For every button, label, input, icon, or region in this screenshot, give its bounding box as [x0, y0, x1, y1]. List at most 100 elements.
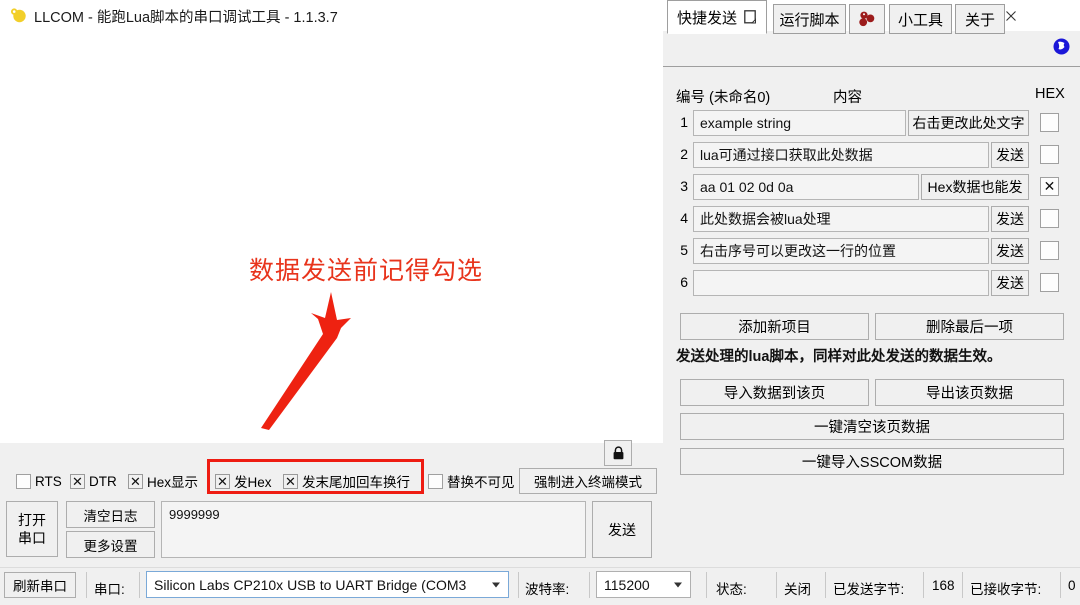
status-separator: [962, 572, 963, 598]
column-header-index: 编号 (未命名0): [676, 86, 770, 107]
row-hex-checkbox[interactable]: [1040, 241, 1059, 260]
checkbox-rts[interactable]: RTS: [16, 472, 62, 490]
row-input[interactable]: lua可通过接口获取此处数据: [693, 142, 989, 168]
status-separator: [589, 572, 590, 598]
page-icon: [744, 10, 757, 24]
column-header-content: 内容: [833, 86, 862, 107]
force-terminal-mode-button[interactable]: 强制进入终端模式: [519, 468, 657, 494]
status-separator: [825, 572, 826, 598]
row-input[interactable]: aa 01 02 0d 0a: [693, 174, 919, 200]
row-index[interactable]: 2: [676, 146, 688, 162]
refresh-port-button[interactable]: 刷新串口: [4, 572, 76, 598]
checkbox-hex-display-box[interactable]: ✕: [128, 474, 143, 489]
row-index[interactable]: 3: [676, 178, 688, 194]
row-hex-checkbox[interactable]: [1040, 209, 1059, 228]
row-action-button[interactable]: 右击更改此处文字: [908, 110, 1029, 136]
tab-about-label: 关于: [965, 9, 995, 30]
checkbox-replace-invisible[interactable]: 替换不可见: [428, 472, 515, 490]
checkbox-replace-invisible-box[interactable]: [428, 474, 443, 489]
port-select[interactable]: Silicon Labs CP210x USB to UART Bridge (…: [146, 571, 509, 598]
import-sscom-button[interactable]: 一键导入SSCOM数据: [680, 448, 1064, 475]
checkbox-append-crlf-label: 发末尾加回车换行: [302, 471, 410, 491]
llcom-logo-icon: [10, 7, 27, 24]
open-port-button[interactable]: 打开 串口: [6, 501, 58, 557]
row-hex-checkbox[interactable]: [1040, 145, 1059, 164]
recv-bytes-label: 已接收字节:: [970, 578, 1041, 598]
tab-tools-label: 小工具: [898, 9, 943, 30]
sent-bytes-label: 已发送字节:: [833, 578, 904, 598]
row-index[interactable]: 6: [676, 274, 688, 290]
row-action-button[interactable]: 发送: [991, 206, 1029, 232]
recv-bytes-value: 0: [1068, 578, 1076, 593]
checkbox-dtr-label: DTR: [89, 474, 117, 489]
checkbox-hex-display-label: Hex显示: [147, 471, 198, 491]
tab-run-script[interactable]: 运行脚本: [773, 4, 846, 34]
column-header-hex: HEX: [1035, 86, 1065, 102]
checkbox-append-crlf[interactable]: ✕ 发末尾加回车换行: [283, 472, 410, 490]
state-label: 状态:: [716, 578, 747, 598]
tab-quick-send[interactable]: 快捷发送: [667, 0, 767, 34]
row-input[interactable]: [693, 270, 989, 296]
baud-select-value: 115200: [604, 577, 650, 593]
globe-icon[interactable]: [1052, 37, 1071, 56]
checkbox-rts-box[interactable]: [16, 474, 31, 489]
tab-about[interactable]: 关于: [955, 4, 1005, 34]
send-button[interactable]: 发送: [592, 501, 652, 558]
status-separator: [139, 572, 140, 598]
baud-label: 波特率:: [525, 578, 569, 598]
app-window: LLCOM - 能跑Lua脚本的串口调试工具 - 1.1.3.7 数据发送前记得…: [0, 0, 1080, 605]
row-index[interactable]: 5: [676, 242, 688, 258]
chevron-down-icon: [492, 582, 500, 587]
open-port-label-line1: 打开: [18, 511, 46, 529]
row-index[interactable]: 4: [676, 210, 688, 226]
status-separator: [923, 572, 924, 598]
checkbox-send-hex-box[interactable]: ✕: [215, 474, 230, 489]
window-title: LLCOM - 能跑Lua脚本的串口调试工具 - 1.1.3.7: [34, 6, 338, 27]
tab-underline: [663, 66, 1080, 67]
row-hex-checkbox[interactable]: [1040, 113, 1059, 132]
add-item-button[interactable]: 添加新项目: [680, 313, 869, 340]
tab-quick-send-label: 快捷发送: [677, 7, 737, 28]
row-index[interactable]: 1: [676, 114, 688, 130]
row-hex-checkbox[interactable]: [1040, 273, 1059, 292]
tab-tools[interactable]: 小工具: [889, 4, 952, 34]
checkbox-hex-display[interactable]: ✕ Hex显示: [128, 472, 198, 490]
row-action-button[interactable]: 发送: [991, 270, 1029, 296]
checkbox-send-hex[interactable]: ✕ 发Hex: [215, 472, 272, 490]
sent-bytes-value: 168: [932, 578, 955, 593]
checkbox-dtr[interactable]: ✕ DTR: [70, 472, 117, 490]
checkbox-rts-label: RTS: [35, 474, 62, 489]
export-data-button[interactable]: 导出该页数据: [875, 379, 1064, 406]
lock-button[interactable]: [604, 440, 632, 466]
row-input[interactable]: 右击序号可以更改这一行的位置: [693, 238, 989, 264]
open-port-label-line2: 串口: [18, 529, 46, 547]
row-action-button[interactable]: 发送: [991, 142, 1029, 168]
baud-select[interactable]: 115200: [596, 571, 691, 598]
send-input[interactable]: 9999999: [161, 501, 586, 558]
status-separator: [776, 572, 777, 598]
clear-log-button[interactable]: 清空日志: [66, 501, 155, 528]
status-separator: [1060, 572, 1061, 598]
status-separator: [706, 572, 707, 598]
clear-page-data-button[interactable]: 一键清空该页数据: [680, 413, 1064, 440]
port-label: 串口:: [94, 578, 125, 598]
checkbox-append-crlf-box[interactable]: ✕: [283, 474, 298, 489]
status-separator: [86, 572, 87, 598]
import-data-button[interactable]: 导入数据到该页: [680, 379, 869, 406]
checkbox-dtr-box[interactable]: ✕: [70, 474, 85, 489]
lua-icon: [858, 11, 876, 27]
tab-run-script-label: 运行脚本: [779, 9, 839, 30]
delete-last-item-button[interactable]: 删除最后一项: [875, 313, 1064, 340]
state-value: 关闭: [784, 578, 811, 598]
chevron-down-icon: [674, 582, 682, 587]
row-action-button[interactable]: 发送: [991, 238, 1029, 264]
row-hex-checkbox[interactable]: ✕: [1040, 177, 1059, 196]
tab-lua-icon-button[interactable]: [849, 4, 885, 34]
row-input[interactable]: example string: [693, 110, 906, 136]
row-action-button[interactable]: Hex数据也能发: [921, 174, 1029, 200]
red-up-arrow-icon: [255, 288, 395, 430]
more-settings-button[interactable]: 更多设置: [66, 531, 155, 558]
row-input[interactable]: 此处数据会被lua处理: [693, 206, 989, 232]
status-separator: [518, 572, 519, 598]
lua-notice-text: 发送处理的lua脚本，同样对此处发送的数据生效。: [676, 345, 1001, 366]
